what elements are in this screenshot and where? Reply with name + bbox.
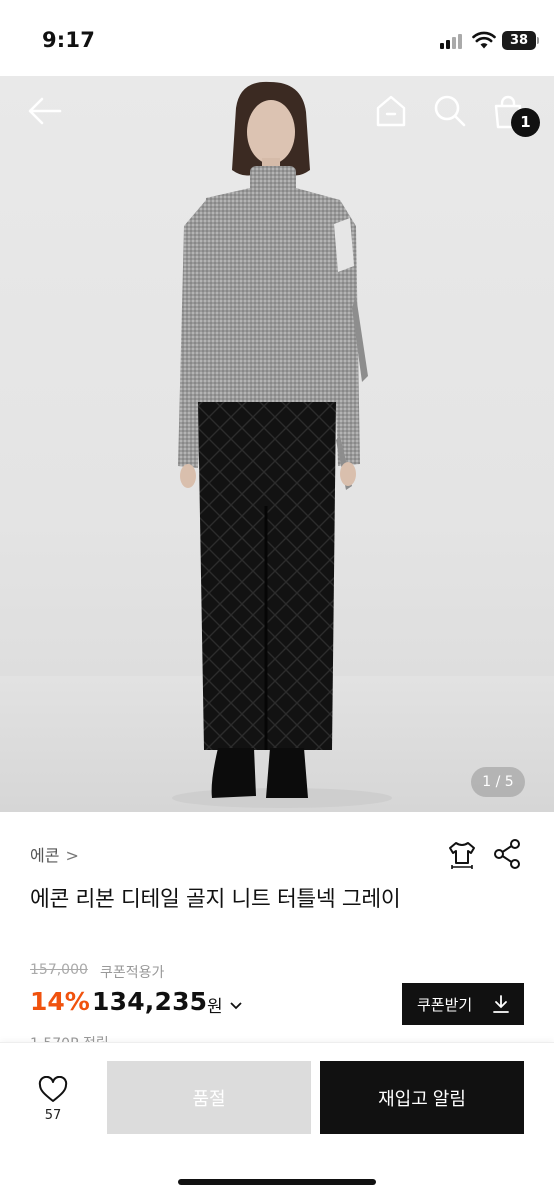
chevron-right-icon: >: [65, 846, 79, 865]
tshirt-size-icon[interactable]: [446, 838, 478, 870]
discount-rate: 14%: [30, 987, 90, 1016]
image-counter: 1 / 5: [471, 767, 525, 797]
arrow-left-icon[interactable]: [24, 94, 64, 128]
product-title: 에콘 리본 디테일 골지 니트 터틀넥 그레이: [30, 887, 401, 912]
share-icon[interactable]: [492, 838, 522, 870]
cart-count-badge: 1: [511, 108, 540, 137]
signal-icon: [440, 33, 466, 49]
home-indicator: [178, 1179, 376, 1185]
currency-label: 원: [207, 997, 223, 1017]
original-price: 157,000: [30, 962, 88, 978]
coupon-button-label: 쿠폰받기: [417, 996, 473, 1014]
product-image[interactable]: [0, 76, 554, 812]
get-coupon-button[interactable]: 쿠폰받기: [402, 983, 524, 1025]
price-detail-toggle[interactable]: 원: [207, 992, 242, 1017]
points-text: 1,570P 적립: [30, 1034, 109, 1042]
model-illustration: [172, 81, 392, 808]
status-time: 9:17: [42, 28, 96, 52]
battery-indicator: 38: [502, 31, 536, 50]
sale-price: 134,235: [92, 987, 208, 1016]
brand-link[interactable]: 에콘 >: [30, 842, 79, 866]
restock-alert-button[interactable]: 재입고 알림: [320, 1061, 524, 1134]
like-count: 57: [44, 1108, 62, 1123]
home-icon[interactable]: [374, 94, 408, 128]
brand-name: 에콘: [30, 846, 60, 865]
search-icon[interactable]: [432, 94, 468, 128]
heart-icon: [38, 1076, 68, 1102]
wifi-icon: [472, 31, 496, 49]
like-button[interactable]: 57: [30, 1074, 76, 1126]
download-icon: [493, 995, 509, 1013]
soldout-button: 품절: [107, 1061, 311, 1134]
chevron-down-icon: [230, 1002, 242, 1010]
battery-tip: [537, 37, 539, 44]
coupon-price-note: 쿠폰적용가: [100, 965, 165, 981]
status-bar: 9:17 38: [0, 0, 554, 76]
